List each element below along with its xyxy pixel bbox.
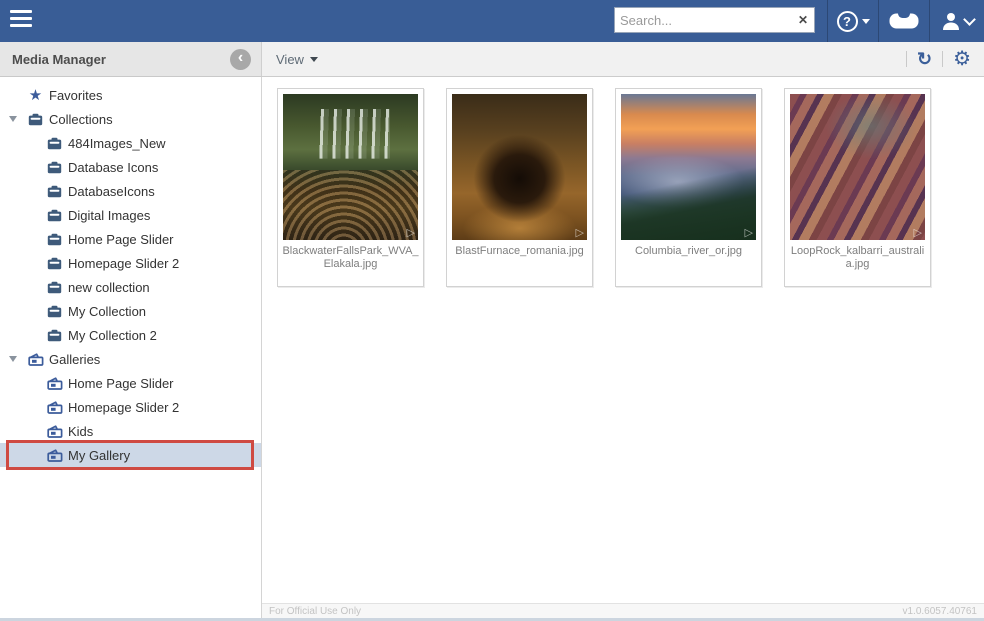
chevron-down-icon [963, 13, 976, 26]
tree-item-label: Kids [68, 424, 93, 439]
media-thumbnail-image: ▷ [621, 94, 756, 240]
tree-item-label: new collection [68, 280, 150, 295]
collection-icon [46, 281, 63, 294]
help-icon: ? [837, 11, 858, 32]
tree-item-label: Homepage Slider 2 [68, 256, 179, 271]
classification-label: For Official Use Only [269, 606, 361, 617]
tree-item-label: Home Page Slider [68, 376, 174, 391]
tree-item-label: Database Icons [68, 160, 158, 175]
media-manager-window: ✕ ? [0, 0, 984, 621]
collection-icon [46, 137, 63, 150]
search-box: ✕ [614, 7, 815, 33]
tree-item-galleries[interactable]: Galleries [0, 347, 261, 371]
corner-arrow-icon: ▷ [745, 228, 753, 239]
chevron-down-icon [862, 19, 870, 24]
collapse-sidebar-button[interactable]: ‹ [230, 49, 251, 70]
collection-icon [46, 161, 63, 174]
media-filename: BlastFurnace_romania.jpg [447, 245, 592, 258]
tree-item-favorites[interactable]: ★ Favorites [0, 83, 261, 107]
inbox-button[interactable] [878, 0, 929, 42]
content-toolbar: View ↻ ⚙ [262, 42, 984, 77]
collection-icon [46, 305, 63, 318]
collection-icon [27, 113, 44, 126]
tree-item-kids[interactable]: Kids [0, 419, 261, 443]
top-navigation-bar: ✕ ? [0, 0, 984, 42]
collection-icon [46, 257, 63, 270]
media-tile[interactable]: ▷ LoopRock_kalbarri_australia.jpg [784, 88, 931, 287]
corner-arrow-icon: ▷ [407, 228, 415, 239]
thumbnail-grid: ▷ BlackwaterFallsPark_WVA_Elakala.jpg ▷ … [262, 77, 984, 287]
corner-arrow-icon: ▷ [576, 228, 584, 239]
tree-item-my-collection-2[interactable]: My Collection 2 [0, 323, 261, 347]
hamburger-menu-icon[interactable] [10, 10, 34, 31]
tree-item-label: DatabaseIcons [68, 184, 155, 199]
tree-item-label: My Gallery [68, 448, 130, 463]
clear-search-icon[interactable]: ✕ [792, 13, 814, 27]
tree-item-label: Favorites [49, 88, 102, 103]
tree-item-home-page-slider[interactable]: Home Page Slider [0, 227, 261, 251]
media-thumbnail-image: ▷ [790, 94, 925, 240]
tree-item-homepage-slider-2[interactable]: Homepage Slider 2 [0, 251, 261, 275]
gallery-icon [46, 377, 63, 390]
tree-item-label: Collections [49, 112, 113, 127]
collection-icon [46, 233, 63, 246]
tree-item-digital-images[interactable]: Digital Images [0, 203, 261, 227]
sidebar-panel: ★ Favorites Collections 484Images_New Databa… [0, 77, 262, 618]
gallery-icon [46, 449, 63, 462]
tree-item-label: Galleries [49, 352, 100, 367]
search-input[interactable] [615, 13, 792, 28]
tree-item-484images-new[interactable]: 484Images_New [0, 131, 261, 155]
expander-icon[interactable] [9, 356, 17, 362]
media-tile[interactable]: ▷ Columbia_river_or.jpg [615, 88, 762, 287]
help-menu-button[interactable]: ? [827, 0, 878, 42]
tree-item-new-collection[interactable]: new collection [0, 275, 261, 299]
tree-item-label: Homepage Slider 2 [68, 400, 179, 415]
collection-icon [46, 185, 63, 198]
tree-item-label: My Collection 2 [68, 328, 157, 343]
tree-item-label: My Collection [68, 304, 146, 319]
tree-item-my-collection[interactable]: My Collection [0, 299, 261, 323]
user-menu-button[interactable] [929, 0, 984, 42]
status-footer: For Official Use Only v1.0.6057.40761 [262, 603, 984, 618]
media-tile[interactable]: ▷ BlastFurnace_romania.jpg [446, 88, 593, 287]
media-tile[interactable]: ▷ BlackwaterFallsPark_WVA_Elakala.jpg [277, 88, 424, 287]
media-filename: Columbia_river_or.jpg [616, 245, 761, 258]
expander-icon[interactable] [9, 116, 17, 122]
media-thumbnail-image: ▷ [283, 94, 418, 240]
gear-icon[interactable]: ⚙ [953, 49, 971, 69]
tree-item-databaseicons[interactable]: DatabaseIcons [0, 179, 261, 203]
panel-title: Media Manager [12, 52, 106, 67]
tree-item-label: Home Page Slider [68, 232, 174, 247]
sidebar-header: Media Manager ‹ [0, 42, 262, 77]
star-icon: ★ [27, 88, 44, 103]
media-filename: BlackwaterFallsPark_WVA_Elakala.jpg [278, 245, 423, 271]
tree-item-homepage-slider-2[interactable]: Homepage Slider 2 [0, 395, 261, 419]
gallery-icon [46, 401, 63, 414]
chevron-down-icon [310, 57, 318, 62]
user-icon [941, 11, 961, 31]
collection-icon [46, 329, 63, 342]
media-thumbnail-image: ▷ [452, 94, 587, 240]
media-filename: LoopRock_kalbarri_australia.jpg [785, 245, 930, 271]
toolbar-divider [906, 51, 907, 67]
tree-item-my-gallery[interactable]: My Gallery [0, 443, 261, 467]
view-dropdown-label: View [276, 52, 304, 67]
collection-icon [46, 209, 63, 222]
tree-item-label: 484Images_New [68, 136, 166, 151]
collection-tree: ★ Favorites Collections 484Images_New Databa… [0, 83, 261, 467]
version-label: v1.0.6057.40761 [902, 606, 977, 617]
tree-item-database-icons[interactable]: Database Icons [0, 155, 261, 179]
tree-item-collections[interactable]: Collections [0, 107, 261, 131]
tree-item-label: Digital Images [68, 208, 150, 223]
chevron-left-icon: ‹ [238, 50, 243, 66]
toolbar-divider [942, 51, 943, 67]
gallery-icon [46, 425, 63, 438]
refresh-icon[interactable]: ↻ [917, 50, 932, 68]
inbox-icon [889, 13, 919, 29]
corner-arrow-icon: ▷ [914, 228, 922, 239]
tree-item-home-page-slider[interactable]: Home Page Slider [0, 371, 261, 395]
media-content-area: ▷ BlackwaterFallsPark_WVA_Elakala.jpg ▷ … [262, 77, 984, 603]
view-dropdown[interactable]: View [276, 52, 318, 67]
gallery-icon [27, 353, 44, 366]
